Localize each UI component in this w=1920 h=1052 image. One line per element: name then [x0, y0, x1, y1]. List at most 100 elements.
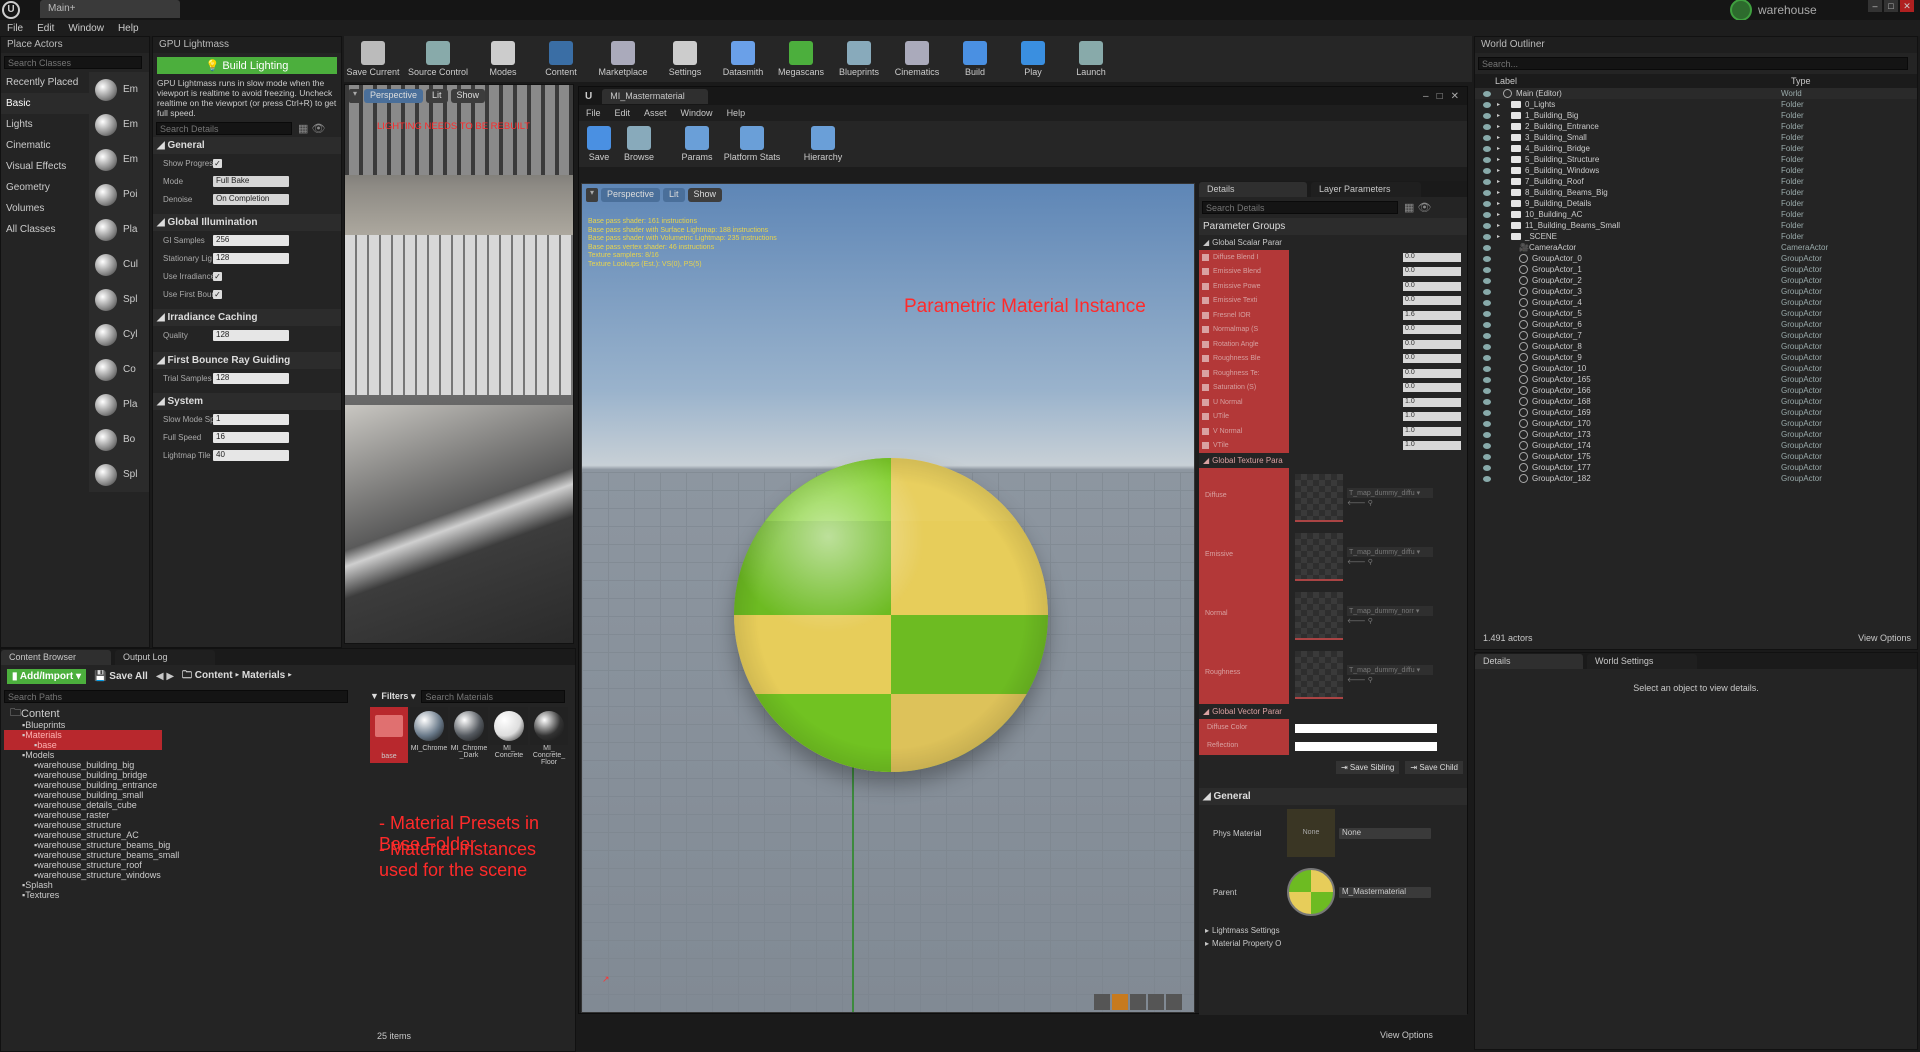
details-tab[interactable]: Details [1199, 181, 1307, 197]
visibility-eye-icon[interactable] [1483, 266, 1491, 273]
param-override-checkbox[interactable] [1202, 268, 1209, 276]
visibility-eye-icon[interactable] [1483, 178, 1491, 185]
world-outliner-tab[interactable]: World Outliner [1475, 37, 1917, 53]
visibility-eye-icon[interactable] [1483, 398, 1491, 405]
outliner-row[interactable]: GroupActor_10 GroupActor [1475, 363, 1917, 374]
toolbar-button[interactable]: Cinematics [888, 41, 946, 77]
perspective-button[interactable]: Perspective [364, 89, 424, 103]
outliner-row[interactable]: ▸ 8_Building_Beams_Big Folder [1475, 187, 1917, 198]
scalar-value-field[interactable]: 0.0 [1403, 252, 1461, 262]
toolbar-button[interactable]: Modes [474, 41, 532, 77]
vector-group-header[interactable]: ◢ Global Vector Parar [1199, 704, 1467, 719]
param-override-checkbox[interactable] [1202, 398, 1209, 406]
me-menu-help[interactable]: Help [720, 108, 753, 118]
scalar-value-field[interactable]: 0.0 [1403, 383, 1461, 393]
level-tab[interactable]: Main+ [40, 0, 180, 18]
material-property-section[interactable]: ▸ Material Property O [1199, 937, 1467, 949]
diffuse-color-swatch[interactable] [1295, 723, 1437, 733]
outliner-row[interactable]: GroupActor_5 GroupActor [1475, 308, 1917, 319]
category-item[interactable]: Basic [1, 93, 89, 114]
outliner-row[interactable]: GroupActor_182 GroupActor [1475, 473, 1917, 484]
viewport-options-button[interactable]: ▾ [349, 89, 361, 103]
category-item[interactable]: Cinematic [1, 135, 89, 156]
section-first-bounce[interactable]: ◢ First Bounce Ray Guiding [153, 352, 341, 369]
mode-dropdown[interactable]: Full Bake [213, 175, 289, 187]
visibility-eye-icon[interactable] [1483, 431, 1491, 438]
texture-browse-icons[interactable]: 🡐 ⚲ [1347, 616, 1433, 625]
section-system[interactable]: ◢ System [153, 393, 341, 410]
me-toolbar-button[interactable]: Save [579, 126, 619, 162]
scalar-value-field[interactable]: 0.0 [1403, 339, 1461, 349]
preview-show-button[interactable]: Show [687, 188, 723, 202]
visibility-eye-icon[interactable] [1483, 387, 1491, 394]
preview-lit-button[interactable]: Lit [663, 188, 685, 202]
gi-samples-field[interactable]: 256 [213, 234, 289, 246]
mesh-shape-icon[interactable] [1166, 994, 1182, 1010]
section-general[interactable]: ◢ General [153, 137, 341, 154]
folder-tree-item[interactable]: ▪ warehouse_building_small [4, 790, 364, 800]
outliner-row[interactable]: ▸ 4_Building_Bridge Folder [1475, 143, 1917, 154]
reflection-color-swatch[interactable] [1295, 741, 1437, 751]
scalar-value-field[interactable]: 1.6 [1403, 310, 1461, 320]
param-override-checkbox[interactable] [1202, 326, 1209, 334]
lightmap-tile-field[interactable]: 40 [213, 449, 289, 461]
close-button[interactable]: ✕ [1900, 0, 1914, 12]
filters-button[interactable]: ▼ Filters ▾ [370, 691, 415, 702]
use-first-bounce-checkbox[interactable]: ✓ [213, 289, 222, 299]
toolbar-button[interactable]: Play [1004, 41, 1062, 77]
layer-parameters-tab[interactable]: Layer Parameters [1311, 181, 1421, 197]
visibility-eye-icon[interactable] [1483, 354, 1491, 361]
category-item[interactable]: Visual Effects [1, 156, 89, 177]
category-item[interactable]: Geometry [1, 177, 89, 198]
view-options-icon[interactable]: ▦ 👁 [1404, 201, 1431, 214]
cube-shape-icon[interactable] [1148, 994, 1164, 1010]
phys-material-dropdown[interactable]: None [1339, 827, 1431, 839]
folder-tree-item[interactable]: ▪ Models [4, 750, 364, 760]
save-child-button[interactable]: ⇥ Save Child [1405, 761, 1463, 774]
outliner-row[interactable]: ▸ 3_Building_Small Folder [1475, 132, 1917, 143]
visibility-eye-icon[interactable] [1483, 288, 1491, 295]
outliner-row[interactable]: ▸ 11_Building_Beams_Small Folder [1475, 220, 1917, 231]
visibility-eye-icon[interactable] [1483, 409, 1491, 416]
show-button[interactable]: Show [450, 89, 486, 103]
visibility-eye-icon[interactable] [1483, 123, 1491, 130]
profile[interactable]: warehouse [1730, 0, 1817, 21]
preview-perspective-button[interactable]: Perspective [601, 188, 661, 202]
outliner-row[interactable]: GroupActor_168 GroupActor [1475, 396, 1917, 407]
material-preview-viewport[interactable]: ▾ Perspective Lit Show Base pass shader:… [581, 183, 1195, 1013]
param-override-checkbox[interactable] [1202, 442, 1209, 450]
texture-browse-icons[interactable]: 🡐 ⚲ [1347, 675, 1433, 684]
folder-tree-item[interactable]: ▪ warehouse_structure_AC [4, 830, 364, 840]
toolbar-button[interactable]: Marketplace [590, 41, 656, 77]
visibility-eye-icon[interactable] [1483, 222, 1491, 229]
folder-tree-item[interactable]: 🗀 Content [4, 707, 364, 720]
scalar-value-field[interactable]: 1.0 [1403, 426, 1461, 436]
gpu-lightmass-tab[interactable]: GPU Lightmass [153, 37, 341, 53]
folder-tree-item[interactable]: ▪ warehouse_building_entrance [4, 780, 364, 790]
outliner-row[interactable]: ▸ 1_Building_Big Folder [1475, 110, 1917, 121]
asset-tile[interactable]: MI_ Concrete [490, 707, 528, 759]
phys-material-thumb[interactable]: None [1287, 809, 1335, 857]
outliner-row[interactable]: ▸ 10_Building_AC Folder [1475, 209, 1917, 220]
outliner-row[interactable]: GroupActor_7 GroupActor [1475, 330, 1917, 341]
outliner-row[interactable]: GroupActor_3 GroupActor [1475, 286, 1917, 297]
outliner-row[interactable]: GroupActor_9 GroupActor [1475, 352, 1917, 363]
scalar-value-field[interactable]: 0.0 [1403, 368, 1461, 378]
actor-item[interactable]: Spl [89, 457, 149, 492]
param-override-checkbox[interactable] [1202, 355, 1209, 363]
outliner-row[interactable]: ▸ 0_Lights Folder [1475, 99, 1917, 110]
actor-item[interactable]: Pla [89, 212, 149, 247]
breadcrumb-content[interactable]: Content [195, 670, 233, 681]
scalar-value-field[interactable]: 0.0 [1403, 325, 1461, 335]
folder-tree-item[interactable]: ▪ Splash [4, 880, 364, 890]
outliner-row[interactable]: Main (Editor) World [1475, 88, 1917, 99]
me-menu-window[interactable]: Window [674, 108, 720, 118]
outliner-row[interactable]: GroupActor_2 GroupActor [1475, 275, 1917, 286]
outliner-row[interactable]: ▸ 7_Building_Roof Folder [1475, 176, 1917, 187]
scalar-value-field[interactable]: 0.0 [1403, 281, 1461, 291]
visibility-eye-icon[interactable] [1483, 211, 1491, 218]
visibility-eye-icon[interactable] [1483, 475, 1491, 482]
visibility-eye-icon[interactable] [1483, 244, 1491, 251]
folder-tree-item[interactable]: ▪ warehouse_building_bridge [4, 770, 364, 780]
visibility-eye-icon[interactable] [1483, 277, 1491, 284]
